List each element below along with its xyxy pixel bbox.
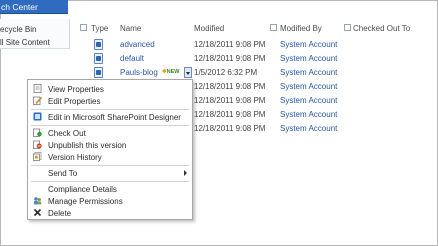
menu-item-version-history[interactable]: Version History (28, 151, 192, 163)
modified-date: 12/18/2011 9:08 PM (194, 54, 266, 63)
item-dropdown-button[interactable] (184, 67, 192, 78)
menu-item-label: Compliance Details (48, 185, 117, 194)
edit-properties-icon (33, 96, 42, 105)
table-row[interactable]: advanced 12/18/2011 9:08 PM System Accou… (80, 38, 420, 52)
left-navigation: ecycle Bin ll Site Content (0, 19, 70, 49)
item-name-link[interactable]: advanced (120, 40, 155, 49)
column-modified-by-filter-checkbox[interactable] (270, 24, 277, 31)
version-history-icon (33, 152, 42, 161)
document-icon (94, 53, 103, 64)
menu-item-compliance-details[interactable]: Compliance Details (28, 183, 192, 195)
menu-item-label: Unpublish this version (48, 141, 127, 150)
column-name[interactable]: Name (120, 24, 141, 33)
menu-item-check-out[interactable]: Check Out (28, 127, 192, 139)
all-site-content-link[interactable]: ll Site Content (0, 38, 50, 47)
document-icon (94, 39, 103, 50)
modified-date: 12/18/2011 9:08 PM (194, 124, 266, 133)
modified-by-link[interactable]: System Account (280, 96, 337, 105)
menu-item-label: Check Out (48, 129, 86, 138)
modified-date: 12/18/2011 9:08 PM (194, 110, 266, 119)
table-row[interactable]: default 12/18/2011 9:08 PM System Accoun… (80, 52, 420, 66)
item-context-menu: View Properties Edit Properties Edit in … (27, 79, 193, 220)
search-center-tab[interactable]: ch Center (0, 0, 68, 14)
menu-separator (31, 109, 189, 110)
menu-item-label: Version History (48, 153, 102, 162)
menu-item-edit-properties[interactable]: Edit Properties (28, 95, 192, 107)
menu-separator (31, 181, 189, 182)
check-out-icon (33, 128, 42, 137)
document-icon (94, 67, 103, 78)
menu-item-label: Delete (48, 209, 72, 218)
modified-by-link[interactable]: System Account (280, 54, 337, 63)
menu-item-label: Edit in Microsoft SharePoint Designer (48, 113, 181, 122)
modified-date: 12/18/2011 9:08 PM (194, 40, 266, 49)
menu-item-delete[interactable]: Delete (28, 207, 192, 219)
menu-item-send-to[interactable]: Send To (28, 167, 192, 179)
manage-permissions-icon (34, 197, 42, 205)
column-type[interactable]: Type (91, 24, 108, 33)
modified-by-link[interactable]: System Account (280, 124, 337, 133)
menu-separator (31, 165, 189, 166)
item-name-link[interactable]: default (120, 54, 144, 63)
menu-item-label: Manage Permissions (48, 197, 123, 206)
column-modified[interactable]: Modified (194, 24, 224, 33)
modified-by-link[interactable]: System Account (280, 82, 337, 91)
table-row[interactable]: Pauls-blog ✱NEW 1/5/2012 6:32 PM System … (80, 66, 420, 80)
modified-by-link[interactable]: System Account (280, 40, 337, 49)
menu-item-manage-permissions[interactable]: Manage Permissions (28, 195, 192, 207)
view-properties-icon (33, 84, 42, 93)
menu-separator (31, 125, 189, 126)
unpublish-icon (33, 140, 42, 149)
recycle-bin-link[interactable]: ecycle Bin (0, 25, 36, 34)
modified-date: 12/18/2011 9:08 PM (194, 96, 266, 105)
column-modified-by[interactable]: Modified By (280, 24, 322, 33)
modified-date: 12/18/2011 9:08 PM (194, 82, 266, 91)
menu-item-edit-in-designer[interactable]: Edit in Microsoft SharePoint Designer (28, 111, 192, 123)
sharepoint-designer-icon (33, 112, 42, 121)
menu-item-label: Edit Properties (48, 97, 101, 106)
select-all-checkbox[interactable] (80, 24, 87, 31)
menu-item-label: Send To (48, 169, 78, 178)
modified-date: 1/5/2012 6:32 PM (194, 68, 258, 77)
menu-item-label: View Properties (48, 85, 104, 94)
new-badge: ✱NEW (162, 69, 180, 75)
modified-by-link[interactable]: System Account (280, 110, 337, 119)
menu-item-view-properties[interactable]: View Properties (28, 83, 192, 95)
item-name-link[interactable]: Pauls-blog (120, 68, 158, 77)
column-checked-out-to[interactable]: Checked Out To (353, 24, 410, 33)
modified-by-link[interactable]: System Account (280, 68, 337, 77)
menu-item-unpublish[interactable]: Unpublish this version (28, 139, 192, 151)
column-checked-out-filter-checkbox[interactable] (344, 24, 351, 31)
delete-icon (33, 208, 42, 217)
submenu-arrow-icon (184, 170, 187, 176)
